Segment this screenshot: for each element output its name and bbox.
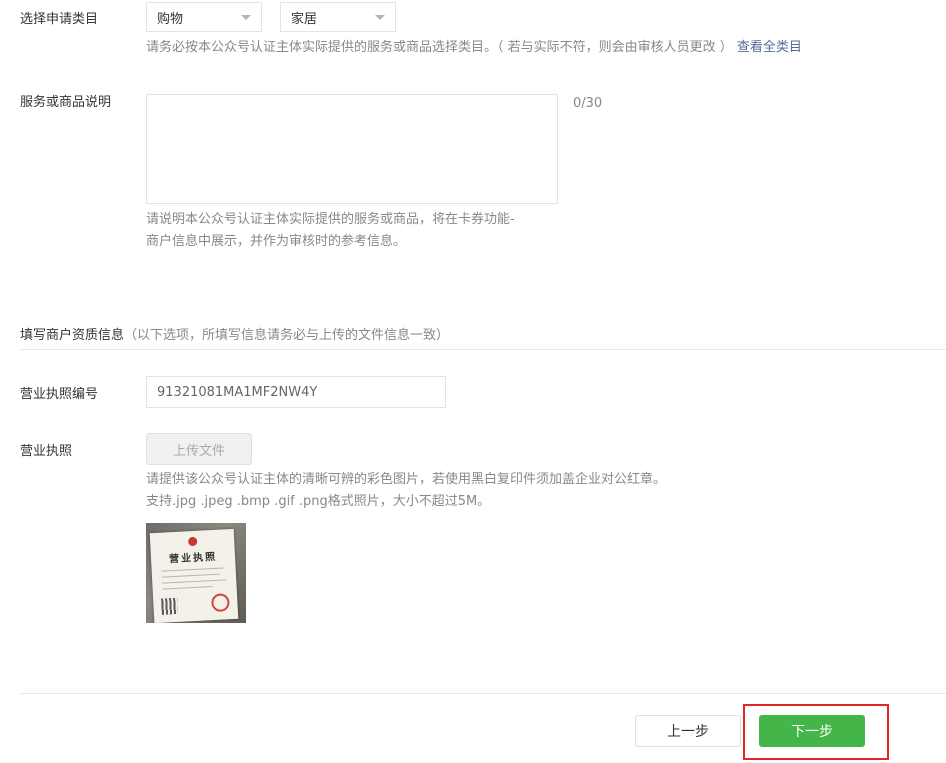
license-number-input[interactable] [146, 376, 446, 408]
description-counter: 0/30 [573, 96, 603, 111]
footer-divider [20, 693, 946, 694]
description-textarea[interactable] [146, 94, 558, 204]
license-paper: 营业执照 [149, 528, 239, 623]
next-step-button[interactable]: 下一步 [759, 715, 865, 747]
text-line [161, 567, 224, 572]
license-hint-line2: 支持.jpg .jpeg .bmp .gif .png格式照片，大小不超过5M。 [146, 494, 491, 509]
license-label: 营业执照 [20, 444, 73, 459]
qr-code-icon [161, 597, 178, 615]
license-thumbnail-title: 营业执照 [168, 551, 218, 566]
category-label: 选择申请类目 [20, 12, 99, 27]
view-all-categories-link[interactable]: 查看全类目 [737, 40, 802, 55]
prev-step-button[interactable]: 上一步 [635, 715, 741, 747]
chevron-down-icon [241, 14, 251, 20]
category-hint: 请务必按本公众号认证主体实际提供的服务或商品选择类目。（ 若与实际不符，则会由审… [146, 40, 733, 55]
category-primary-value: 购物 [157, 11, 184, 27]
chevron-down-icon [375, 14, 385, 20]
qualification-subtitle: （以下选项，所填写信息请务必与上传的文件信息一致） [124, 328, 450, 343]
category-hint-row: 请务必按本公众号认证主体实际提供的服务或商品选择类目。（ 若与实际不符，则会由审… [146, 35, 802, 60]
section-divider [20, 349, 946, 350]
qualification-title: 填写商户资质信息 [20, 328, 125, 343]
description-label: 服务或商品说明 [20, 95, 112, 110]
text-line [162, 579, 227, 584]
category-secondary-select[interactable]: 家居 [280, 2, 396, 32]
category-secondary-value: 家居 [291, 11, 318, 27]
text-line [161, 573, 220, 578]
qualification-section-title: 填写商户资质信息（以下选项，所填写信息请务必与上传的文件信息一致） [20, 324, 449, 343]
text-line [162, 586, 213, 590]
red-seal-icon [210, 593, 230, 613]
description-hint-line2: 商户信息中展示，并作为审核时的参考信息。 [146, 234, 407, 249]
upload-file-button[interactable]: 上传文件 [146, 433, 252, 465]
license-number-label: 营业执照编号 [20, 387, 99, 402]
emblem-icon [187, 536, 198, 547]
license-thumbnail[interactable]: 营业执照 [146, 523, 246, 623]
category-primary-select[interactable]: 购物 [146, 2, 262, 32]
